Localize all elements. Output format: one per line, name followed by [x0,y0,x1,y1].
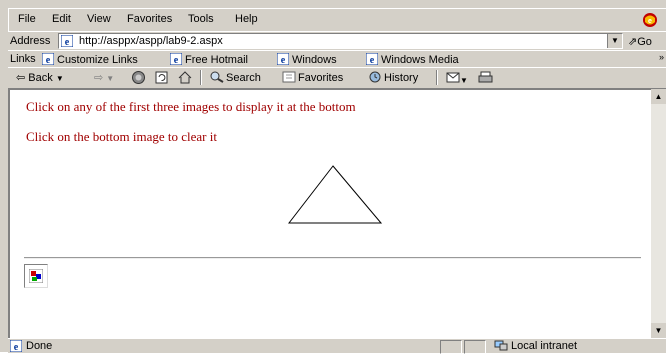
mail-icon [446,72,460,83]
history-button[interactable]: History [368,71,418,84]
windows-throbber-icon: e [643,13,657,27]
triangle-image[interactable] [288,165,384,227]
status-text: Done [26,340,53,352]
intranet-icon [494,340,508,351]
ie-page-icon: e [366,53,378,65]
menu-tools[interactable]: Tools [188,13,214,25]
refresh-button[interactable] [155,71,168,87]
menu-favorites[interactable]: Favorites [127,13,172,25]
menu-view[interactable]: View [87,13,111,25]
browser-window: File Edit View Favorites Tools Help e Ad… [0,0,666,354]
instruction-text-2: Click on the bottom image to clear it [26,129,217,144]
search-label: Search [226,72,261,84]
go-arrow-icon: ⇗ [628,36,638,48]
zone-label: Local intranet [511,340,578,352]
security-zone: Local intranet [494,340,577,352]
ie-page-icon: e [42,53,54,65]
ie-page-icon: e [277,53,289,65]
forward-button[interactable]: ⇨ ▼ [94,71,114,84]
address-url: http://asppx/aspp/lab9-2.aspx [79,35,223,47]
status-bar: e Done Local intranet [8,338,666,354]
refresh-icon [155,71,168,84]
stop-button[interactable] [132,71,145,87]
links-label: Links [10,53,36,65]
menu-edit[interactable]: Edit [52,13,71,25]
link-windows[interactable]: e Windows [277,53,337,66]
address-input[interactable]: e http://asppx/aspp/lab9-2.aspx ▼ [58,33,623,49]
link-label: Customize Links [57,54,138,66]
history-icon [369,71,381,83]
svg-text:e: e [65,37,70,47]
back-label: Back [28,72,53,84]
back-button[interactable]: ⇦ Back ▼ [16,71,64,84]
mail-dropdown-icon[interactable]: ▼ [460,76,468,85]
bottom-image[interactable] [24,264,48,288]
ie-page-icon: e [170,53,182,65]
print-icon [478,71,493,83]
menu-bar: File Edit View Favorites Tools Help e [8,8,666,31]
home-button[interactable] [178,71,192,87]
vertical-scrollbar[interactable]: ▲ ▼ [651,89,666,338]
back-dropdown-icon[interactable]: ▼ [56,74,64,83]
forward-dropdown-icon[interactable]: ▼ [106,74,114,83]
horizontal-rule [24,257,641,259]
links-bar: Links e Customize Links e Free Hotmail e Wi… [8,50,666,67]
toolbar-divider [436,70,438,85]
link-label: Windows Media [381,54,459,66]
print-button[interactable] [478,71,493,87]
home-icon [178,71,192,84]
link-free-hotmail[interactable]: e Free Hotmail [170,53,248,66]
page-content: Click on any of the first three images t… [8,89,651,339]
scroll-up-button[interactable]: ▲ [651,89,666,104]
ie-page-icon: e [10,340,22,352]
link-windows-media[interactable]: e Windows Media [366,53,459,66]
favorites-icon [282,71,296,83]
link-customize-links[interactable]: e Customize Links [42,53,138,66]
stop-icon [132,71,145,84]
menu-help[interactable]: Help [235,13,258,25]
history-label: History [384,72,419,84]
svg-text:e: e [281,55,286,65]
link-label: Windows [292,54,337,66]
search-button[interactable]: Search [210,71,261,84]
go-label: Go [637,36,652,48]
address-bar: Address e http://asppx/aspp/lab9-2.aspx … [8,31,666,50]
back-arrow-icon: ⇦ [16,72,26,84]
links-chevron-icon[interactable]: » [659,52,664,62]
go-button[interactable]: ⇗Go [628,35,652,48]
address-label: Address [10,35,51,47]
standard-toolbar: ⇦ Back ▼ ⇨ ▼ Search Favorites History ▼ [8,67,666,89]
svg-text:e: e [648,18,652,25]
instruction-text-1: Click on any of the first three images t… [26,99,356,114]
favorites-label: Favorites [298,72,344,84]
mail-button[interactable]: ▼ [446,71,468,86]
search-icon [210,71,224,83]
svg-text:e: e [14,342,19,352]
svg-text:e: e [46,55,51,65]
svg-text:e: e [370,55,375,65]
svg-text:e: e [174,55,179,65]
link-label: Free Hotmail [185,54,248,66]
menu-file[interactable]: File [18,13,36,25]
toolbar-divider [200,70,202,85]
broken-image-icon [29,269,43,283]
scroll-down-button[interactable]: ▼ [651,323,666,338]
favorites-button[interactable]: Favorites [282,71,343,84]
address-dropdown-button[interactable]: ▼ [607,34,622,48]
ie-page-icon: e [61,35,73,47]
